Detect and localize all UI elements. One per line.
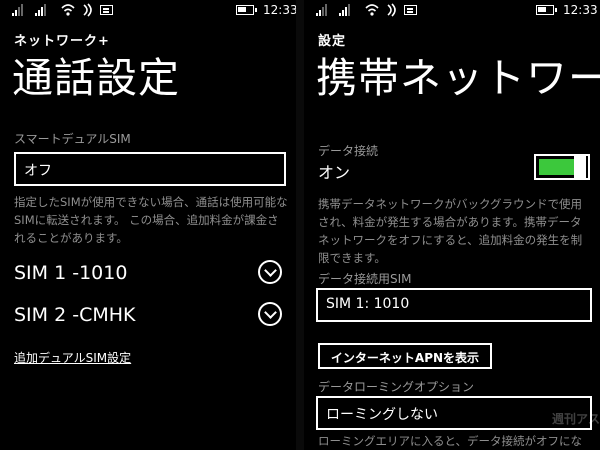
nfc-icon (387, 3, 396, 17)
smart-dual-sim-help: 指定したSIMが使用できない場合、通話は使用可能なSIMに転送されます。 この場… (14, 195, 288, 245)
data-connection-toggle[interactable] (534, 154, 590, 180)
data-connection-label: データ接続 (318, 144, 379, 158)
data-roaming-select[interactable]: ローミングしない (316, 396, 592, 430)
wifi-icon (365, 4, 379, 16)
chevron-down-icon[interactable] (258, 260, 282, 284)
clock: 12:33 (263, 3, 296, 17)
data-sim-select[interactable]: SIM 1: 1010 (316, 288, 592, 322)
chevron-down-icon[interactable] (258, 302, 282, 326)
data-connection-state: オン (318, 163, 351, 182)
data-connection-help: 携帯データネットワークがバックグラウンドで使用され、料金が発生する場合があります… (318, 197, 583, 265)
screen-divider (296, 0, 304, 450)
toggle-fill (539, 159, 575, 175)
data-sim-label: データ接続用SIM (318, 272, 412, 286)
signal-sim1-icon (316, 4, 329, 16)
toggle-knob[interactable] (574, 154, 586, 180)
additional-dual-sim-settings-link[interactable]: 追加デュアルSIM設定 (14, 349, 131, 366)
sim1-row[interactable]: SIM 1 -1010 (14, 260, 286, 290)
data-roaming-label: データローミングオプション (318, 380, 475, 394)
roaming-help: ローミングエリアに入ると、データ接続がオフにな (318, 434, 583, 448)
signal-sim2-icon (339, 4, 352, 16)
clock: 12:33 (563, 3, 598, 17)
signal-sim1-icon (12, 4, 25, 16)
message-icon (100, 5, 113, 15)
cellular-settings-screen: 12:33 設定 携帯ネットワー データ接続 オン 携帯データネットワークがバッ… (304, 0, 600, 450)
signal-sim2-icon (35, 4, 48, 16)
smart-dual-sim-label: スマートデュアルSIM (14, 132, 131, 146)
page-title: 通話設定 (12, 54, 180, 102)
status-bar: 12:33 (0, 0, 296, 20)
battery-icon (236, 5, 257, 15)
show-internet-apn-button[interactable]: インターネットAPNを表示 (318, 343, 492, 369)
sim2-label: SIM 2 -CMHK (14, 304, 136, 326)
call-settings-screen: 12:33 ネットワーク+ 通話設定 スマートデュアルSIM オフ 指定したSI… (0, 0, 296, 450)
watermark-logo: 週刊アスキー (552, 412, 600, 426)
page-title: 携帯ネットワー (316, 54, 600, 102)
message-icon (404, 5, 417, 15)
wifi-icon (61, 4, 75, 16)
nfc-icon (83, 3, 92, 17)
sim1-label: SIM 1 -1010 (14, 262, 128, 284)
smart-dual-sim-select[interactable]: オフ (14, 152, 286, 186)
sim2-row[interactable]: SIM 2 -CMHK (14, 302, 286, 332)
status-bar: 12:33 (304, 0, 600, 20)
battery-icon (536, 5, 557, 15)
